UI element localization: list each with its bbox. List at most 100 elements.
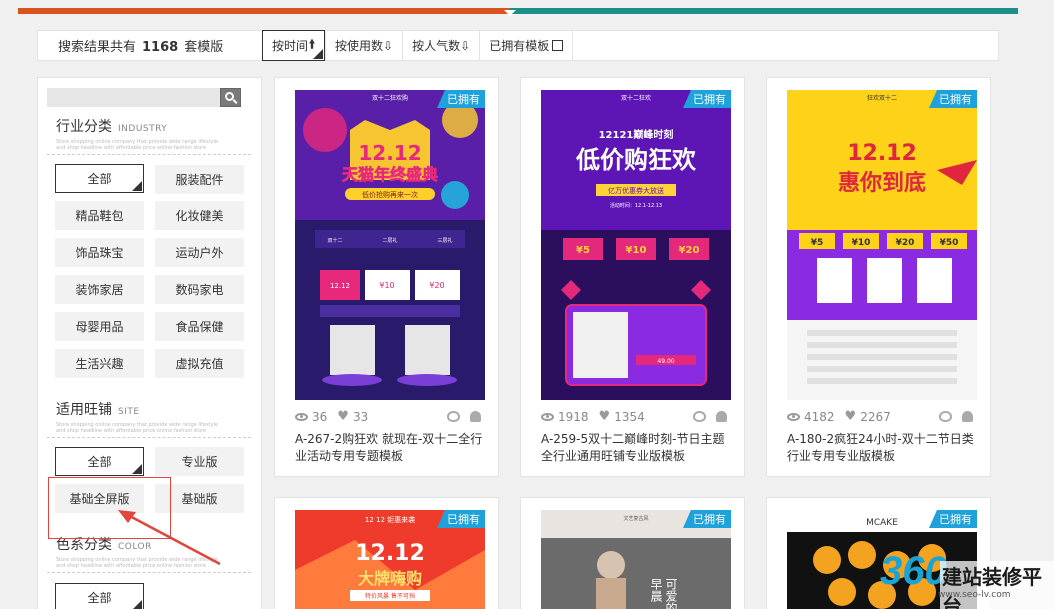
industry-tag-shoes-bags[interactable]: 精品鞋包 [55,201,144,230]
industry-tag-jewelry[interactable]: 饰品珠宝 [55,238,144,267]
view-count: 36 [312,409,328,424]
template-thumbnail[interactable]: 文艺复古风 可爱的 早晨 已拥有 [541,510,731,609]
weibo-share-icon[interactable] [693,411,706,422]
sort-label: 按时间 [272,39,309,53]
thumb-coupon: 20 [686,245,700,256]
thumb-top-text: 双十二狂欢 [621,94,651,102]
industry-tag-cosmetics[interactable]: 化妆健美 [155,201,244,230]
industry-tag-sports[interactable]: 运动户外 [155,238,244,267]
arrow-down-icon: ⇩ [383,38,394,53]
sort-label: 按人气数 [412,39,461,53]
search-input[interactable] [47,88,220,107]
tag-label: 化妆健美 [175,209,224,223]
template-card[interactable]: 双十二狂欢购 12.12 天猫年终盛典 低价抢购再来一次 双十二 二层礼 三层礼… [274,77,499,477]
owned-checkbox[interactable] [552,40,564,51]
weibo-share-icon[interactable] [939,411,952,422]
tag-label: 精品鞋包 [75,209,124,223]
search-icon [225,92,234,101]
industry-tag-virtual[interactable]: 虚拟充值 [155,349,244,378]
tag-label: 食品保健 [175,320,224,334]
thumb-top-text: 文艺复古风 [623,515,648,522]
template-stats: 36 ♥ 33 [295,409,485,424]
site-en-label: SITE [118,407,140,417]
like-count: 1354 [614,409,645,424]
accent-segment-right [510,8,1018,14]
annotation-arrow-icon [118,510,221,566]
thumb-coupon: 20 [902,238,915,248]
template-thumbnail[interactable]: 狂欢双十二 12.12 惠你到底 ¥5 ¥10 ¥20 ¥50 已拥有 [787,90,977,400]
svg-text:¥5: ¥5 [576,245,590,256]
divider [47,154,251,155]
divider [47,572,251,573]
tag-label: 虚拟充值 [175,357,224,371]
arrow-up-icon: 🠙 [309,37,316,51]
qq-share-icon[interactable] [716,411,727,422]
industry-tag-digital[interactable]: 数码家电 [155,275,244,304]
template-stats: 1918 ♥ 1354 [541,409,731,424]
template-thumbnail[interactable]: 双十二狂欢 12121巅峰时刻 低价购狂欢 亿万优惠券大放送 活动时间：12.1… [541,90,731,400]
tag-label: 全部 [87,591,112,605]
template-thumbnail[interactable]: 双十二狂欢购 12.12 天猫年终盛典 低价抢购再来一次 双十二 二层礼 三层礼… [295,90,485,400]
template-card[interactable]: 双十二狂欢 12121巅峰时刻 低价购狂欢 亿万优惠券大放送 活动时间：12.1… [520,77,745,477]
result-count: 1168 [142,40,179,55]
watermark-logo-number: 360 [880,549,947,593]
site-tag-all[interactable]: 全部 [55,447,144,476]
sort-by-usage-button[interactable]: 按使用数 ⇩ [325,31,402,60]
template-title[interactable]: A-267-2购狂欢 就现在-双十二全行业活动专用专题模板 [295,431,485,465]
industry-tag-home[interactable]: 装饰家居 [55,275,144,304]
thumb-coupon-prefix: ¥ [626,245,633,256]
template-thumbnail[interactable]: 12 12 钜惠来袭 12.12 大牌嗨购 特价风暴 售不可挡 已拥有 [295,510,485,609]
arrow-down-icon: ⇩ [460,38,471,53]
result-count-text: 搜索结果共有 1168 套模版 [38,36,262,55]
sort-label: 按使用数 [335,39,384,53]
site-subtext: Store shopping online company that provi… [56,422,218,434]
color-tag-all[interactable]: 全部 [55,583,144,609]
weibo-share-icon[interactable] [447,411,460,422]
tag-label: 饰品珠宝 [75,246,124,260]
watermark-url: www.seo-lv.com [938,590,1011,600]
template-title[interactable]: A-180-2疯狂24小时-双十二节日类行业专用专业版模板 [787,431,977,465]
thumb-subtext: 亿万优惠券大放送 [608,186,664,195]
industry-tag-baby[interactable]: 母婴用品 [55,312,144,341]
thumb-headline: 天猫年终盛典 [342,165,438,184]
like-count: 2267 [860,409,891,424]
thumb-top-text: 双十二狂欢购 [372,94,408,102]
site-section-header: 适用旺铺 SITE Store shopping online company t… [56,399,226,434]
sort-by-popularity-button[interactable]: 按人气数 ⇩ [402,31,479,60]
thumb-coupon: 50 [946,238,959,248]
template-stats: 4182 ♥ 2267 [787,409,977,424]
template-card[interactable]: 狂欢双十二 12.12 惠你到底 ¥5 ¥10 ¥20 ¥50 已拥有 4182… [766,77,991,477]
template-card[interactable]: 文艺复古风 可爱的 早晨 已拥有 [520,497,745,609]
qq-share-icon[interactable] [962,411,973,422]
industry-tag-food[interactable]: 食品保健 [155,312,244,341]
search-button[interactable] [220,88,241,107]
thumb-section-label: 三层礼 [437,237,452,244]
svg-text:¥20: ¥20 [429,281,444,290]
tag-label: 基础版 [181,492,218,506]
sort-by-time-button[interactable]: 按时间 🠙 [262,30,326,61]
top-accent-bar [18,0,1018,16]
thumb-subtext: 特价风暴 售不可挡 [365,592,415,600]
industry-tag-all[interactable]: 全部 [55,164,144,193]
industry-section-header: 行业分类 INDUSTRY Store shopping online compa… [56,116,226,151]
svg-text:¥5: ¥5 [811,238,824,248]
owned-template-filter[interactable]: 已拥有模板 [479,31,574,60]
template-title[interactable]: A-259-5双十二巅峰时刻-节日主题全行业通用旺铺专业版模板 [541,431,731,465]
tag-label: 运动户外 [175,246,224,260]
industry-tag-apparel[interactable]: 服装配件 [155,165,244,194]
thumb-headline: 惠你到底 [838,170,926,196]
thumb-top-text: 12 12 钜惠来袭 [365,515,415,524]
site-tag-pro[interactable]: 专业版 [155,447,244,476]
tag-label: 全部 [87,455,112,469]
view-count: 1918 [558,409,589,424]
divider [47,437,251,438]
owned-badge: 已拥有 [683,90,731,108]
eye-icon [541,412,554,421]
industry-tag-hobby[interactable]: 生活兴趣 [55,349,144,378]
qq-share-icon[interactable] [470,411,481,422]
template-card[interactable]: 12 12 钜惠来袭 12.12 大牌嗨购 特价风暴 售不可挡 已拥有 [274,497,499,609]
thumb-big-text: 12121巅峰时刻 [599,128,674,141]
result-sort-bar: 搜索结果共有 1168 套模版 按时间 🠙 按使用数 ⇩ 按人气数 ⇩ 已拥有模板 [37,30,999,61]
template-preview-image: 双十二狂欢购 12.12 天猫年终盛典 低价抢购再来一次 双十二 二层礼 三层礼… [295,90,485,400]
thumb-headline: 可爱的 [664,578,678,609]
